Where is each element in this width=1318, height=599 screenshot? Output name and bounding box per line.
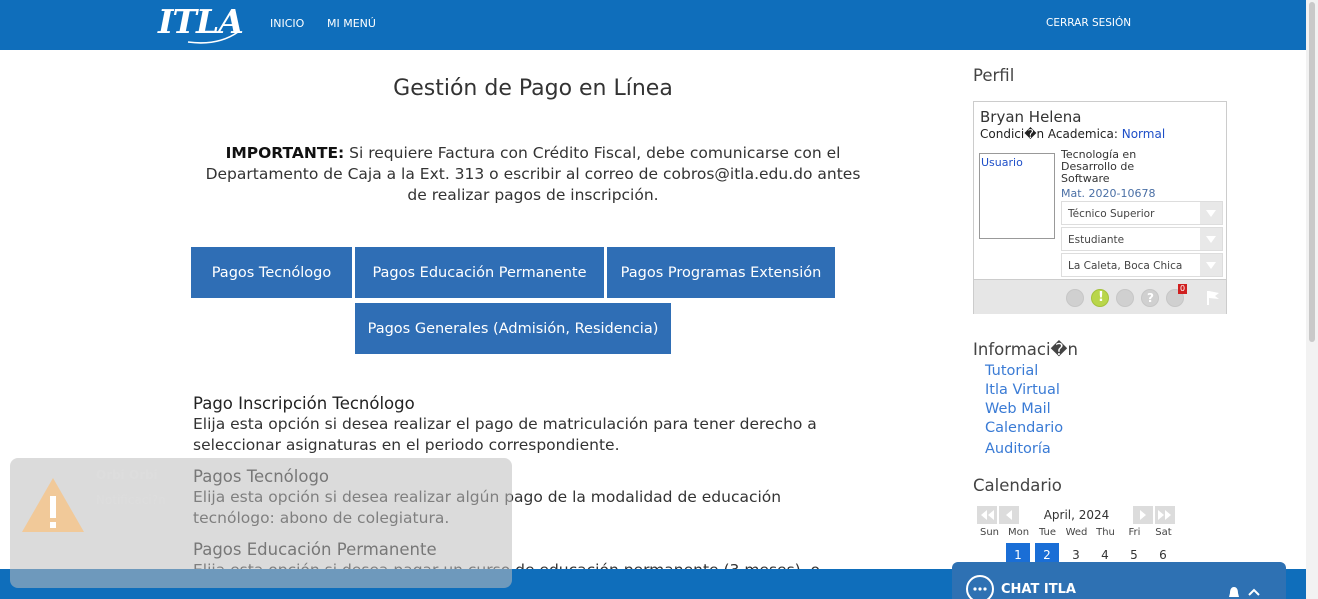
role-select[interactable]: Estudiante bbox=[1061, 227, 1223, 251]
pagos-generales-button[interactable]: Pagos Generales (Admisión, Residencia) bbox=[355, 303, 671, 354]
link-auditoria[interactable]: Auditoría bbox=[985, 441, 1051, 457]
toast-message: Notificaci?n bbox=[96, 493, 166, 507]
calendar-next-year-button[interactable] bbox=[1155, 506, 1175, 524]
option-desc: Elija esta opción si desea realizar el p… bbox=[193, 415, 817, 454]
calendar-weekday: Fri bbox=[1128, 527, 1141, 538]
chevron-down-icon bbox=[1200, 254, 1222, 276]
calendar-weekday: Thu bbox=[1096, 527, 1115, 538]
option-title: Pago Inscripción Tecnólogo bbox=[193, 394, 415, 413]
campus-select[interactable]: La Caleta, Boca Chica bbox=[1061, 253, 1223, 277]
nav-inicio[interactable]: INICIO bbox=[270, 17, 304, 30]
profile-condition: Condici�n Academica: Normal bbox=[980, 127, 1165, 141]
pagos-tecnologo-button[interactable]: Pagos Tecnólogo bbox=[191, 247, 352, 298]
link-tutorial[interactable]: Tutorial bbox=[985, 363, 1038, 379]
page: ITLA INICIO MI MENÚ CERRAR SESIÓN Gestió… bbox=[0, 0, 1318, 599]
select-value: Estudiante bbox=[1068, 234, 1125, 246]
calendar-prev-year-button[interactable] bbox=[977, 506, 997, 524]
logo-swoosh-icon bbox=[187, 31, 239, 44]
page-title: Gestión de Pago en Línea bbox=[393, 76, 673, 101]
calendar-weekday: Tue bbox=[1038, 527, 1057, 538]
double-chevron-left-icon bbox=[981, 510, 994, 520]
link-itla-virtual[interactable]: Itla Virtual bbox=[985, 382, 1060, 398]
profile-career: Tecnología en Desarrollo de Software bbox=[1061, 148, 1137, 185]
profile-card: Bryan Helena Condici�n Academica: Normal… bbox=[973, 101, 1227, 314]
calendar-weekday: Sat bbox=[1155, 527, 1172, 538]
nav-mi-menu[interactable]: MI MENÚ bbox=[327, 17, 376, 30]
link-calendario[interactable]: Calendario bbox=[985, 420, 1063, 436]
mail-icon[interactable] bbox=[1116, 289, 1134, 307]
double-chevron-right-icon bbox=[1158, 510, 1171, 520]
chat-widget[interactable]: CHAT ITLA bbox=[952, 562, 1286, 599]
gear-icon[interactable] bbox=[1066, 289, 1084, 307]
important-notice: IMPORTANTE: Si requiere Factura con Créd… bbox=[198, 143, 868, 206]
calendar-weekday: Sun bbox=[979, 527, 1000, 538]
alert-icon[interactable] bbox=[1091, 289, 1109, 307]
chevron-up-icon[interactable] bbox=[1248, 587, 1260, 597]
calendar-month-label: April, 2024 bbox=[1043, 508, 1110, 522]
profile-matricula: Mat. 2020-10678 bbox=[1061, 187, 1156, 200]
chevron-down-icon bbox=[1200, 202, 1222, 224]
itla-logo[interactable]: ITLA bbox=[158, 2, 244, 46]
avatar: Usuario bbox=[979, 153, 1055, 239]
chevron-right-icon bbox=[1140, 510, 1146, 520]
messages-badge: 0 bbox=[1178, 284, 1187, 294]
toast-title: Orbi Orbi bbox=[96, 468, 158, 482]
select-value: La Caleta, Boca Chica bbox=[1068, 260, 1183, 272]
select-value: Técnico Superior bbox=[1068, 208, 1155, 220]
warning-icon bbox=[22, 478, 84, 532]
pagos-programas-extension-button[interactable]: Pagos Programas Extensión bbox=[607, 247, 835, 298]
condition-label: Condici�n Academica: bbox=[980, 127, 1118, 141]
perfil-heading: Perfil bbox=[973, 66, 1015, 85]
chevron-left-icon bbox=[1006, 510, 1012, 520]
chat-label: CHAT ITLA bbox=[1001, 582, 1076, 597]
logout-link[interactable]: CERRAR SESIÓN bbox=[1046, 17, 1131, 29]
pagos-educacion-permanente-button[interactable]: Pagos Educación Permanente bbox=[355, 247, 604, 298]
important-label: IMPORTANTE: bbox=[225, 144, 345, 162]
calendar-weekday: Wed bbox=[1065, 527, 1088, 538]
scrollbar-thumb[interactable] bbox=[1309, 2, 1315, 342]
link-web-mail[interactable]: Web Mail bbox=[985, 401, 1051, 417]
calendar-prev-month-button[interactable] bbox=[999, 506, 1019, 524]
condition-value: Normal bbox=[1121, 127, 1166, 141]
calendario-heading: Calendario bbox=[973, 476, 1062, 495]
top-nav-bar: ITLA INICIO MI MENÚ CERRAR SESIÓN bbox=[0, 0, 1306, 50]
notification-toast[interactable]: Orbi Orbi Notificaci?n bbox=[10, 458, 512, 588]
chevron-down-icon bbox=[1200, 228, 1222, 250]
calendar-weekday: Mon bbox=[1007, 527, 1030, 538]
flag-icon[interactable] bbox=[1206, 290, 1220, 306]
option-pago-inscripcion: Pago Inscripción Tecnólogo Elija esta op… bbox=[193, 393, 853, 456]
level-select[interactable]: Técnico Superior bbox=[1061, 201, 1223, 225]
chat-bubble-icon bbox=[966, 575, 994, 599]
help-icon[interactable] bbox=[1141, 289, 1159, 307]
informacion-heading: Informaci�n bbox=[973, 340, 1078, 359]
profile-name: Bryan Helena bbox=[980, 108, 1082, 126]
vertical-scrollbar[interactable] bbox=[1306, 0, 1318, 599]
bell-icon[interactable] bbox=[1227, 586, 1241, 599]
calendar-next-month-button[interactable] bbox=[1133, 506, 1153, 524]
profile-toolbar: 0 bbox=[974, 279, 1226, 314]
